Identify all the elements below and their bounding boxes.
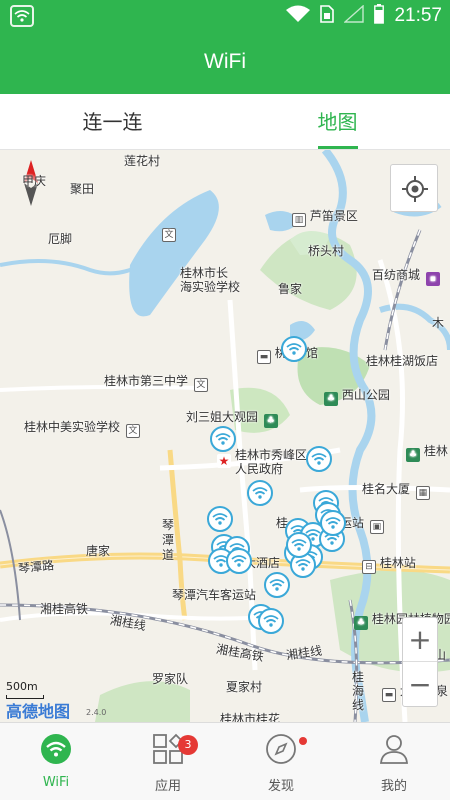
sim-card-icon [320,5,335,27]
hotel-icon: ▬ [257,350,271,364]
compass-discover-icon [266,734,296,764]
wifi-hotspot-marker[interactable] [247,480,273,506]
map-label: 甲庆 [22,174,47,188]
map-label: 百纺商城 ▪ [372,266,440,286]
wifi-hotspot-marker[interactable] [207,506,233,532]
map-label: 罗家队 [152,672,189,686]
nav-item-discover[interactable]: 发现 [225,723,337,800]
map-label: 木 [432,316,445,330]
park-icon: ♣ [324,392,338,406]
nav-item-apps[interactable]: 3 应用 [112,723,224,800]
map-label: ▥ 芦笛景区 [290,207,358,227]
new-dot-indicator [299,737,307,745]
cell-signal-icon [343,4,365,27]
park-icon: ♣ [406,448,420,462]
map-label: 运站 ▣ [340,514,384,534]
bottom-nav: WiFi 3 应用 发现 我的 [0,722,450,800]
title-bar: WiFi [0,32,450,94]
wifi-signal-icon [286,5,311,27]
battery-icon [374,4,385,28]
clock: 21:57 [394,5,442,26]
map-view[interactable]: 莲花村 聚田 甲庆 厄脚 文 桂林市长 海实验学校 ▥ 芦笛景区 桥头村 百纺商… [0,150,450,722]
zoom-in-button[interactable]: + [403,618,437,662]
map-label: 桂名大厦 ▦ [362,480,430,500]
map-label: ⊟ 桂林站 [360,554,416,574]
notification-badge: 3 [178,735,198,755]
wifi-hotspot-marker[interactable] [281,336,307,362]
nav-item-me[interactable]: 我的 [338,723,450,800]
park-icon: ♣ [263,414,278,428]
person-icon [380,735,408,764]
map-label: 刘三姐大观园 ♣ [186,408,278,428]
zoom-control: + − [402,617,438,707]
map-label: 桂林市第三中学 文 [104,372,208,392]
map-label: 桂林市桂花 [220,712,281,722]
school-icon: 文 [193,378,208,392]
map-label: ♣ 桂林 [404,442,448,462]
park-icon: ♣ [354,616,368,630]
wifi-hotspot-marker[interactable] [286,532,312,558]
nav-label: WiFi [42,775,70,790]
tab-active-indicator [318,146,358,149]
locate-me-button[interactable] [390,164,438,212]
map-label: 夏家村 [226,680,263,694]
wifi-hotspot-marker[interactable] [226,548,252,574]
wifi-hotspot-marker[interactable] [264,572,290,598]
zoom-out-button[interactable]: − [403,663,437,707]
wifi-app-icon [10,5,34,27]
crosshair-icon [402,176,428,202]
wifi-nav-icon [41,734,71,764]
map-label: 桥头村 [308,244,345,258]
map-label: 桂林中美实验学校 文 [24,418,140,438]
nav-label: 应用 [154,779,181,794]
map-provider-version: 2.4.0 [86,708,107,717]
nav-item-wifi[interactable]: WiFi [0,723,112,800]
wifi-hotspot-marker[interactable] [258,608,284,634]
map-label: 厄脚 [48,232,73,246]
wifi-hotspot-marker[interactable] [210,426,236,452]
government-icon: ★ [217,454,231,468]
wifi-hotspot-marker[interactable] [306,446,332,472]
nav-label: 我的 [380,779,407,794]
nav-label: 发现 [267,779,294,794]
map-provider-logo: 高德地图 [6,702,71,721]
map-label: 莲花村 [124,154,161,168]
map-label: 琴 潭 道 [162,518,175,562]
scale-label: 500m [6,680,38,693]
map-label: 桂 海 线 [352,670,365,712]
map-label: 文 桂林市长 海实验学校 [160,224,240,322]
map-label: 馆 [306,346,319,360]
hotel-icon: ▬ [382,688,396,702]
school-icon: 文 [162,228,176,242]
map-label: 湘桂高铁 [40,602,89,616]
tab-map[interactable]: 地图 [225,94,450,150]
map-label: ★ 桂林市秀峰区 人民政府 [217,448,308,476]
map-label: 聚田 [70,182,95,196]
status-bar: 21:57 [0,0,450,32]
bus-station-icon: ▣ [369,520,384,534]
page-title: WiFi [204,50,246,73]
map-label: 琴潭汽车客运站 [172,588,257,602]
scenic-icon: ▥ [292,213,306,227]
top-tabs: 连一连 地图 [0,94,450,150]
map-label: ♣ 西山公园 [322,386,390,406]
map-label: 唐家 [86,544,111,558]
train-station-icon: ⊟ [362,560,376,574]
tab-connect[interactable]: 连一连 [0,94,225,150]
shopping-icon: ▪ [425,272,440,286]
school-icon: 文 [125,424,140,438]
map-label: 鲁家 [278,282,303,296]
wifi-hotspot-marker[interactable] [320,510,346,536]
map-label: 桂林桂湖饭店 [366,354,439,368]
building-icon: ▦ [415,486,430,500]
